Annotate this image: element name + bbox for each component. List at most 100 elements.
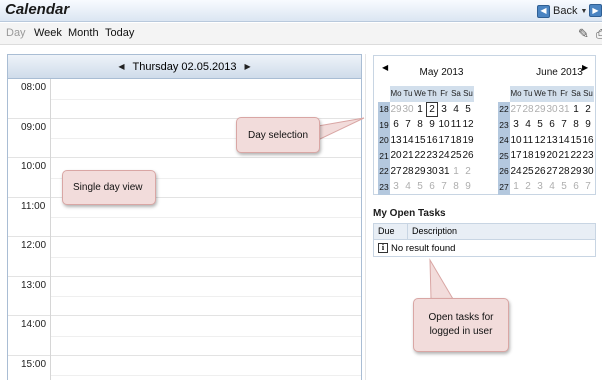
calendar-day[interactable]: 15 bbox=[570, 133, 582, 149]
calendar-day[interactable]: 3 bbox=[534, 179, 546, 195]
calendar-day[interactable]: 4 bbox=[546, 179, 558, 195]
calendar-day[interactable]: 5 bbox=[558, 179, 570, 195]
calendar-day[interactable]: 27 bbox=[510, 102, 522, 118]
hour-slot[interactable]: 15:00 bbox=[8, 356, 361, 380]
week-number[interactable]: 24 bbox=[498, 132, 510, 148]
calendar-day[interactable]: 11 bbox=[522, 133, 534, 149]
week-number[interactable]: 22 bbox=[498, 101, 510, 117]
week-number[interactable]: 27 bbox=[498, 179, 510, 195]
calendar-day[interactable]: 6 bbox=[546, 117, 558, 133]
calendar-day[interactable]: 30 bbox=[546, 102, 558, 118]
week-number[interactable]: 18 bbox=[378, 101, 390, 117]
calendar-day[interactable]: 10 bbox=[510, 133, 522, 149]
calendar-day[interactable]: 16 bbox=[426, 133, 438, 149]
calendar-day[interactable]: 3 bbox=[510, 117, 522, 133]
calendar-day[interactable]: 21 bbox=[558, 148, 570, 164]
hour-slot[interactable]: 08:00 bbox=[8, 79, 361, 119]
calendar-day[interactable]: 27 bbox=[390, 164, 402, 180]
week-number[interactable]: 23 bbox=[498, 117, 510, 133]
calendar-day[interactable]: 6 bbox=[390, 117, 402, 133]
week-number[interactable]: 23 bbox=[378, 179, 390, 195]
calendar-day[interactable]: 22 bbox=[570, 148, 582, 164]
calendar-day[interactable]: 25 bbox=[450, 148, 462, 164]
calendar-day[interactable]: 2 bbox=[462, 164, 474, 180]
calendar-day[interactable]: 21 bbox=[402, 148, 414, 164]
calendar-day[interactable]: 31 bbox=[438, 164, 450, 180]
column-due[interactable]: Due bbox=[374, 224, 408, 239]
calendar-day[interactable]: 9 bbox=[462, 179, 474, 195]
calendar-day[interactable]: 18 bbox=[450, 133, 462, 149]
calendar-day[interactable]: 6 bbox=[570, 179, 582, 195]
calendar-day[interactable]: 8 bbox=[414, 117, 426, 133]
hour-slot[interactable]: 10:00 bbox=[8, 158, 361, 198]
calendar-day[interactable]: 27 bbox=[546, 164, 558, 180]
print-icon[interactable]: ⎙ bbox=[596, 26, 602, 42]
calendar-day[interactable]: 6 bbox=[426, 179, 438, 195]
calendar-day[interactable]: 12 bbox=[462, 117, 474, 133]
calendar-day[interactable]: 12 bbox=[534, 133, 546, 149]
calendar-day[interactable]: 29 bbox=[414, 164, 426, 180]
calendar-day[interactable]: 28 bbox=[402, 164, 414, 180]
calendar-day[interactable]: 17 bbox=[510, 148, 522, 164]
calendar-day[interactable]: 30 bbox=[402, 102, 414, 118]
hour-slot[interactable]: 13:00 bbox=[8, 277, 361, 316]
calendar-day[interactable]: 24 bbox=[510, 164, 522, 180]
chevron-down-icon[interactable]: ▼ bbox=[580, 8, 587, 15]
view-today-button[interactable]: Today bbox=[105, 27, 134, 39]
week-number[interactable]: 21 bbox=[378, 148, 390, 164]
calendar-day[interactable]: 13 bbox=[390, 133, 402, 149]
calendar-day[interactable]: 7 bbox=[582, 179, 594, 195]
week-number[interactable]: 25 bbox=[498, 148, 510, 164]
calendar-day[interactable]: 14 bbox=[402, 133, 414, 149]
previous-month-icon[interactable]: ◀ bbox=[382, 63, 388, 72]
view-month-button[interactable]: Month bbox=[68, 27, 99, 39]
calendar-day[interactable]: 5 bbox=[534, 117, 546, 133]
calendar-day[interactable]: 23 bbox=[582, 148, 594, 164]
calendar-day[interactable]: 26 bbox=[534, 164, 546, 180]
calendar-day[interactable]: 8 bbox=[570, 117, 582, 133]
calendar-day[interactable]: 15 bbox=[414, 133, 426, 149]
next-day-icon[interactable]: ▶ bbox=[244, 62, 250, 71]
calendar-day[interactable]: 7 bbox=[402, 117, 414, 133]
view-week-button[interactable]: Week bbox=[34, 27, 62, 39]
calendar-day[interactable]: 10 bbox=[438, 117, 450, 133]
calendar-day[interactable]: 20 bbox=[546, 148, 558, 164]
week-number[interactable]: 22 bbox=[378, 163, 390, 179]
settings-icon[interactable]: ✎ bbox=[578, 26, 589, 42]
calendar-day[interactable]: 22 bbox=[414, 148, 426, 164]
previous-day-icon[interactable]: ◀ bbox=[118, 62, 124, 71]
calendar-day[interactable]: 29 bbox=[534, 102, 546, 118]
week-number[interactable]: 26 bbox=[498, 163, 510, 179]
calendar-day[interactable]: 1 bbox=[510, 179, 522, 195]
calendar-day[interactable]: 23 bbox=[426, 148, 438, 164]
calendar-day[interactable]: 17 bbox=[438, 133, 450, 149]
selected-day[interactable]: 2 bbox=[426, 101, 438, 117]
calendar-day[interactable]: 4 bbox=[402, 179, 414, 195]
calendar-day[interactable]: 2 bbox=[522, 179, 534, 195]
calendar-day[interactable]: 5 bbox=[414, 179, 426, 195]
calendar-day[interactable]: 28 bbox=[558, 164, 570, 180]
calendar-day[interactable]: 18 bbox=[522, 148, 534, 164]
week-number[interactable]: 19 bbox=[378, 117, 390, 133]
back-button[interactable]: ◀ Back ▼ bbox=[537, 3, 587, 19]
calendar-day[interactable]: 1 bbox=[570, 102, 582, 118]
hour-slot[interactable]: 12:00 bbox=[8, 237, 361, 277]
calendar-day[interactable]: 30 bbox=[426, 164, 438, 180]
calendar-day[interactable]: 7 bbox=[558, 117, 570, 133]
calendar-day[interactable]: 20 bbox=[390, 148, 402, 164]
calendar-day[interactable]: 26 bbox=[462, 148, 474, 164]
calendar-day[interactable]: 3 bbox=[438, 102, 450, 118]
calendar-day[interactable]: 13 bbox=[546, 133, 558, 149]
calendar-day[interactable]: 28 bbox=[522, 102, 534, 118]
column-description[interactable]: Description bbox=[408, 224, 457, 239]
calendar-day[interactable]: 1 bbox=[450, 164, 462, 180]
calendar-day[interactable]: 29 bbox=[570, 164, 582, 180]
calendar-day[interactable]: 2 bbox=[582, 102, 594, 118]
calendar-day[interactable]: 3 bbox=[390, 179, 402, 195]
exit-icon[interactable]: ▶ bbox=[589, 4, 602, 17]
view-day-button[interactable]: Day bbox=[6, 27, 26, 39]
calendar-day[interactable]: 7 bbox=[438, 179, 450, 195]
calendar-day[interactable]: 24 bbox=[438, 148, 450, 164]
calendar-day[interactable]: 9 bbox=[582, 117, 594, 133]
calendar-day[interactable]: 19 bbox=[462, 133, 474, 149]
